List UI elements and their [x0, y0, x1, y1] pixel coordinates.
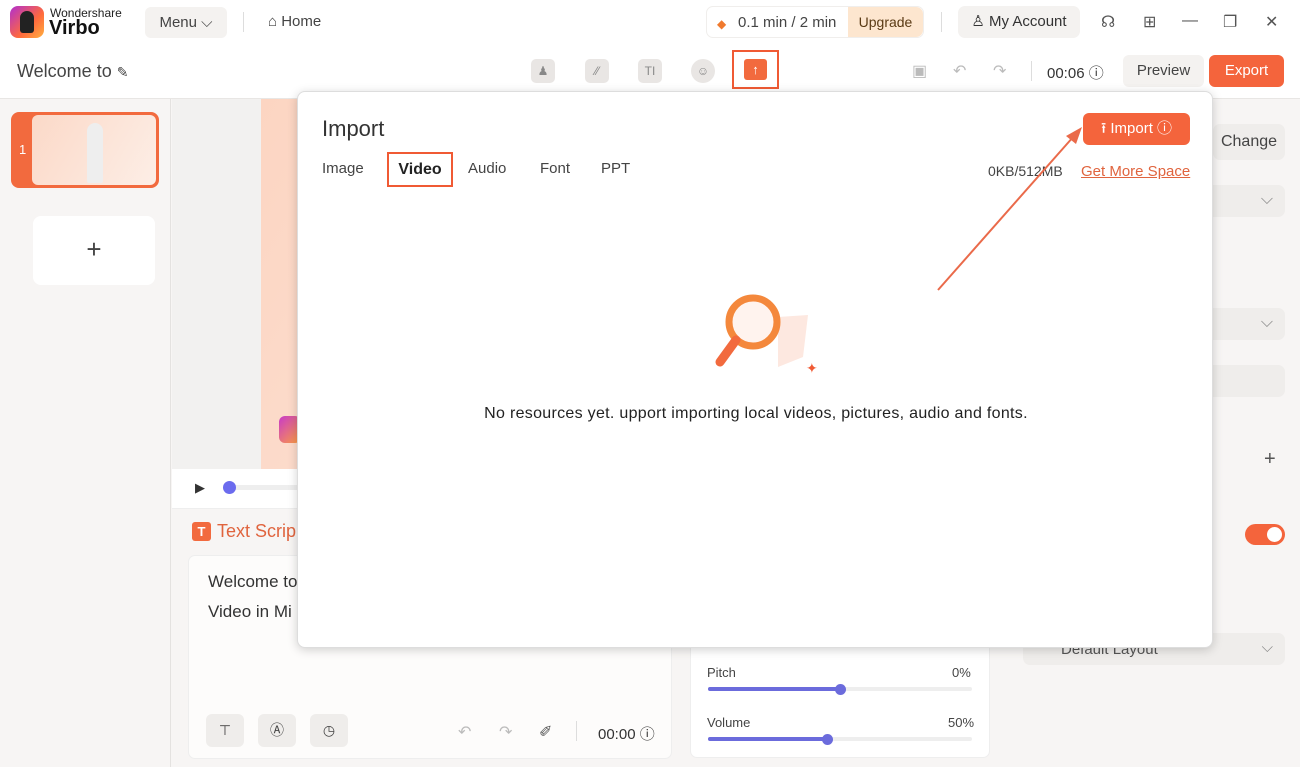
edit-icon[interactable]: ✎: [117, 64, 129, 80]
slide-preview-image: [32, 115, 156, 185]
redo-icon[interactable]: ↷: [993, 61, 1006, 81]
project-title: Welcome to ✎: [17, 61, 128, 82]
minimize-icon[interactable]: —: [1182, 12, 1198, 30]
tab-audio[interactable]: Audio: [468, 160, 506, 177]
insert-text-icon[interactable]: ⊤: [206, 714, 244, 747]
divider: [1031, 61, 1032, 81]
pitch-value: 0%: [952, 665, 971, 680]
storage-usage: 0KB/512MB: [988, 163, 1063, 179]
add-icon[interactable]: +: [1264, 448, 1276, 471]
menu-button[interactable]: Menu ⌵: [145, 7, 227, 38]
slide-number: 1: [19, 142, 27, 157]
volume-slider[interactable]: [708, 737, 972, 741]
avatar-icon[interactable]: ♟: [531, 59, 555, 83]
save-icon[interactable]: ▣: [912, 61, 927, 81]
script-duration: 00:00 ⓘ: [598, 723, 655, 744]
text-script-icon: T: [192, 522, 211, 541]
import-dialog: Import Image Video Audio Font PPT ⭱ Impo…: [297, 91, 1213, 648]
divider: [576, 721, 577, 741]
import-tool-button[interactable]: ↑: [732, 50, 779, 89]
maximize-icon[interactable]: ❐: [1223, 12, 1237, 32]
help-icon[interactable]: ⓘ: [640, 726, 655, 743]
change-button[interactable]: Change: [1213, 124, 1285, 160]
preview-button[interactable]: Preview: [1123, 55, 1204, 87]
add-slide-button[interactable]: +: [33, 216, 155, 285]
duration: 00:06 ⓘ: [1047, 62, 1104, 83]
close-icon[interactable]: ✕: [1265, 12, 1278, 32]
tab-image[interactable]: Image: [322, 160, 364, 177]
tab-ppt[interactable]: PPT: [601, 160, 630, 177]
text-script-title: Text Scrip: [217, 521, 297, 541]
dialog-title: Import: [322, 116, 385, 141]
divider: [941, 12, 942, 32]
project-title-text: Welcome to: [17, 61, 112, 81]
pause-timer-icon[interactable]: ◷: [310, 714, 348, 747]
clear-brush-icon[interactable]: ✐: [539, 722, 552, 742]
slide-thumbnail[interactable]: 1: [11, 112, 159, 188]
virbo-logo: [10, 6, 44, 38]
usage-indicator: ◆ 0.1 min / 2 min Upgrade: [706, 6, 924, 38]
my-account-button[interactable]: ♙ My Account: [958, 6, 1080, 38]
apps-grid-icon[interactable]: ⊞: [1143, 12, 1156, 32]
tab-font[interactable]: Font: [540, 160, 570, 177]
svg-text:✦: ✦: [806, 360, 818, 376]
pitch-fill: [708, 687, 840, 691]
upgrade-button[interactable]: Upgrade: [848, 7, 923, 37]
brand-name: Virbo: [49, 17, 100, 39]
undo-icon[interactable]: ↶: [953, 61, 966, 81]
volume-value: 50%: [948, 715, 975, 730]
divider: [243, 12, 244, 32]
volume-label: Volume: [707, 715, 751, 730]
gem-icon: ◆: [717, 17, 727, 31]
ai-write-icon[interactable]: Ⓐ: [258, 714, 296, 747]
text-script-header: T Text Scrip: [192, 521, 296, 542]
empty-message: No resources yet. upport importing local…: [484, 405, 1028, 422]
script-time: 00:00: [598, 726, 636, 743]
volume-fill: [708, 737, 827, 741]
usage-text: 0.1 min / 2 min: [738, 14, 837, 31]
tab-video[interactable]: Video: [387, 152, 453, 187]
play-icon[interactable]: ▶: [195, 480, 205, 496]
avatar-figure: [87, 123, 103, 183]
slides-sidebar: [0, 99, 171, 767]
get-more-space-link[interactable]: Get More Space: [1081, 163, 1190, 180]
sticker-icon[interactable]: ☺: [691, 59, 715, 83]
script-line: Welcome to: [208, 572, 298, 591]
help-icon[interactable]: ⓘ: [1089, 65, 1104, 82]
script-undo-icon[interactable]: ↶: [458, 722, 471, 742]
script-redo-icon[interactable]: ↷: [499, 722, 512, 742]
support-headset-icon[interactable]: ☊: [1101, 12, 1115, 32]
script-line: Video in Mi: [208, 602, 292, 621]
volume-handle[interactable]: [821, 734, 833, 745]
duration-text: 00:06: [1047, 65, 1085, 82]
import-folder-icon: ↑: [744, 59, 767, 80]
import-button[interactable]: ⭱ Import ⓘ: [1083, 113, 1190, 145]
timeline-track[interactable]: [228, 485, 308, 490]
toggle-switch[interactable]: [1245, 524, 1285, 545]
pitch-label: Pitch: [707, 665, 736, 680]
timeline-handle[interactable]: [223, 481, 236, 494]
empty-search-illustration: ✦: [715, 294, 818, 376]
export-button[interactable]: Export: [1209, 55, 1284, 87]
text-icon[interactable]: TI: [638, 59, 662, 83]
pitch-handle[interactable]: [835, 684, 846, 695]
home-button[interactable]: ⌂ Home: [268, 13, 321, 30]
background-icon[interactable]: ⁄⁄: [585, 59, 609, 83]
